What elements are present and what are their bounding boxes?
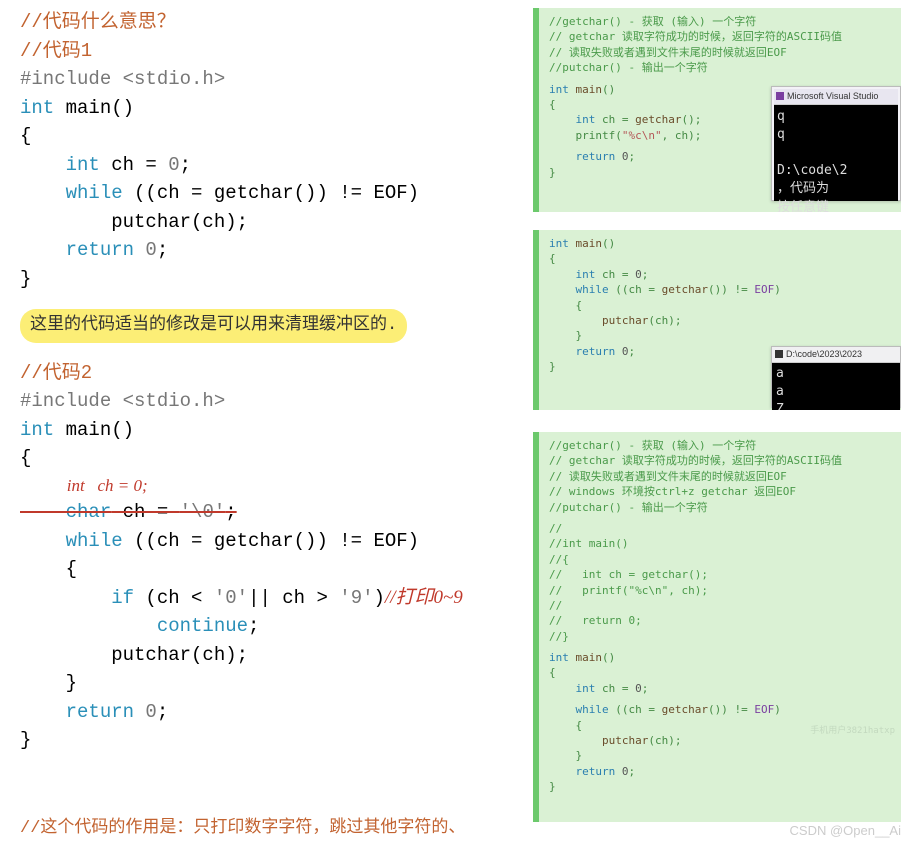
code-line: } xyxy=(20,265,520,294)
vs-icon xyxy=(776,92,784,100)
code-line: if (ch < '0'|| ch > '9')//打印0~9 xyxy=(20,584,520,613)
watermark: CSDN @Open__Ai xyxy=(790,823,901,838)
code-line: } xyxy=(20,669,520,698)
code-screenshot-2: int main() { int ch = 0; while ((ch = ge… xyxy=(533,230,901,410)
code-line: return 0; xyxy=(20,698,520,727)
inner-watermark: 手机用户3821hatxp xyxy=(810,725,895,738)
console-icon xyxy=(775,350,783,358)
code-screenshot-1: //getchar() - 获取 (输入) 一个字符 // getchar 读取… xyxy=(533,8,901,212)
code-line: int main() xyxy=(20,94,520,123)
code-line-struck: char ch = '\0'; xyxy=(20,498,520,527)
highlight-note: 这里的代码适当的修改是可以用来清理缓冲区的. xyxy=(20,303,520,349)
code-line: putchar(ch); xyxy=(20,208,520,237)
footer-comment: //这个代码的作用是：只打印数字字符，跳过其他字符的、 xyxy=(20,812,465,838)
code-line: } xyxy=(20,726,520,755)
comment-line: //代码1 xyxy=(20,37,520,66)
code-line: putchar(ch); xyxy=(20,641,520,670)
code-line: return 0; xyxy=(20,236,520,265)
code-line: { xyxy=(20,444,520,473)
comment-line: //代码什么意思？ xyxy=(20,8,520,37)
include-line: #include <stdio.h> xyxy=(20,65,520,94)
code-line: while ((ch = getchar()) != EOF) xyxy=(20,527,520,556)
include-line: #include <stdio.h> xyxy=(20,387,520,416)
code-screenshot-3: //getchar() - 获取 (输入) 一个字符 // getchar 读取… xyxy=(533,432,901,822)
console-output: q q D:\code\2 ，代码为 按任意键 xyxy=(774,105,898,201)
code-line: continue; xyxy=(20,612,520,641)
handwritten-annotation: int ch = 0; xyxy=(20,473,520,499)
console-popup: D:\code\2023\2023 a a Z Z xyxy=(771,346,901,408)
console-output: a a Z Z xyxy=(772,363,900,410)
code-line: { xyxy=(20,555,520,584)
code-line: int ch = 0; xyxy=(20,151,520,180)
code-line: { xyxy=(20,122,520,151)
vs-console-popup: Microsoft Visual Studio q q D:\code\2 ，代… xyxy=(771,86,901,201)
comment-line: //代码2 xyxy=(20,359,520,388)
left-code-column: //代码什么意思？ //代码1 #include <stdio.h> int m… xyxy=(20,8,520,755)
code-line: while ((ch = getchar()) != EOF) xyxy=(20,179,520,208)
code-line: int main() xyxy=(20,416,520,445)
